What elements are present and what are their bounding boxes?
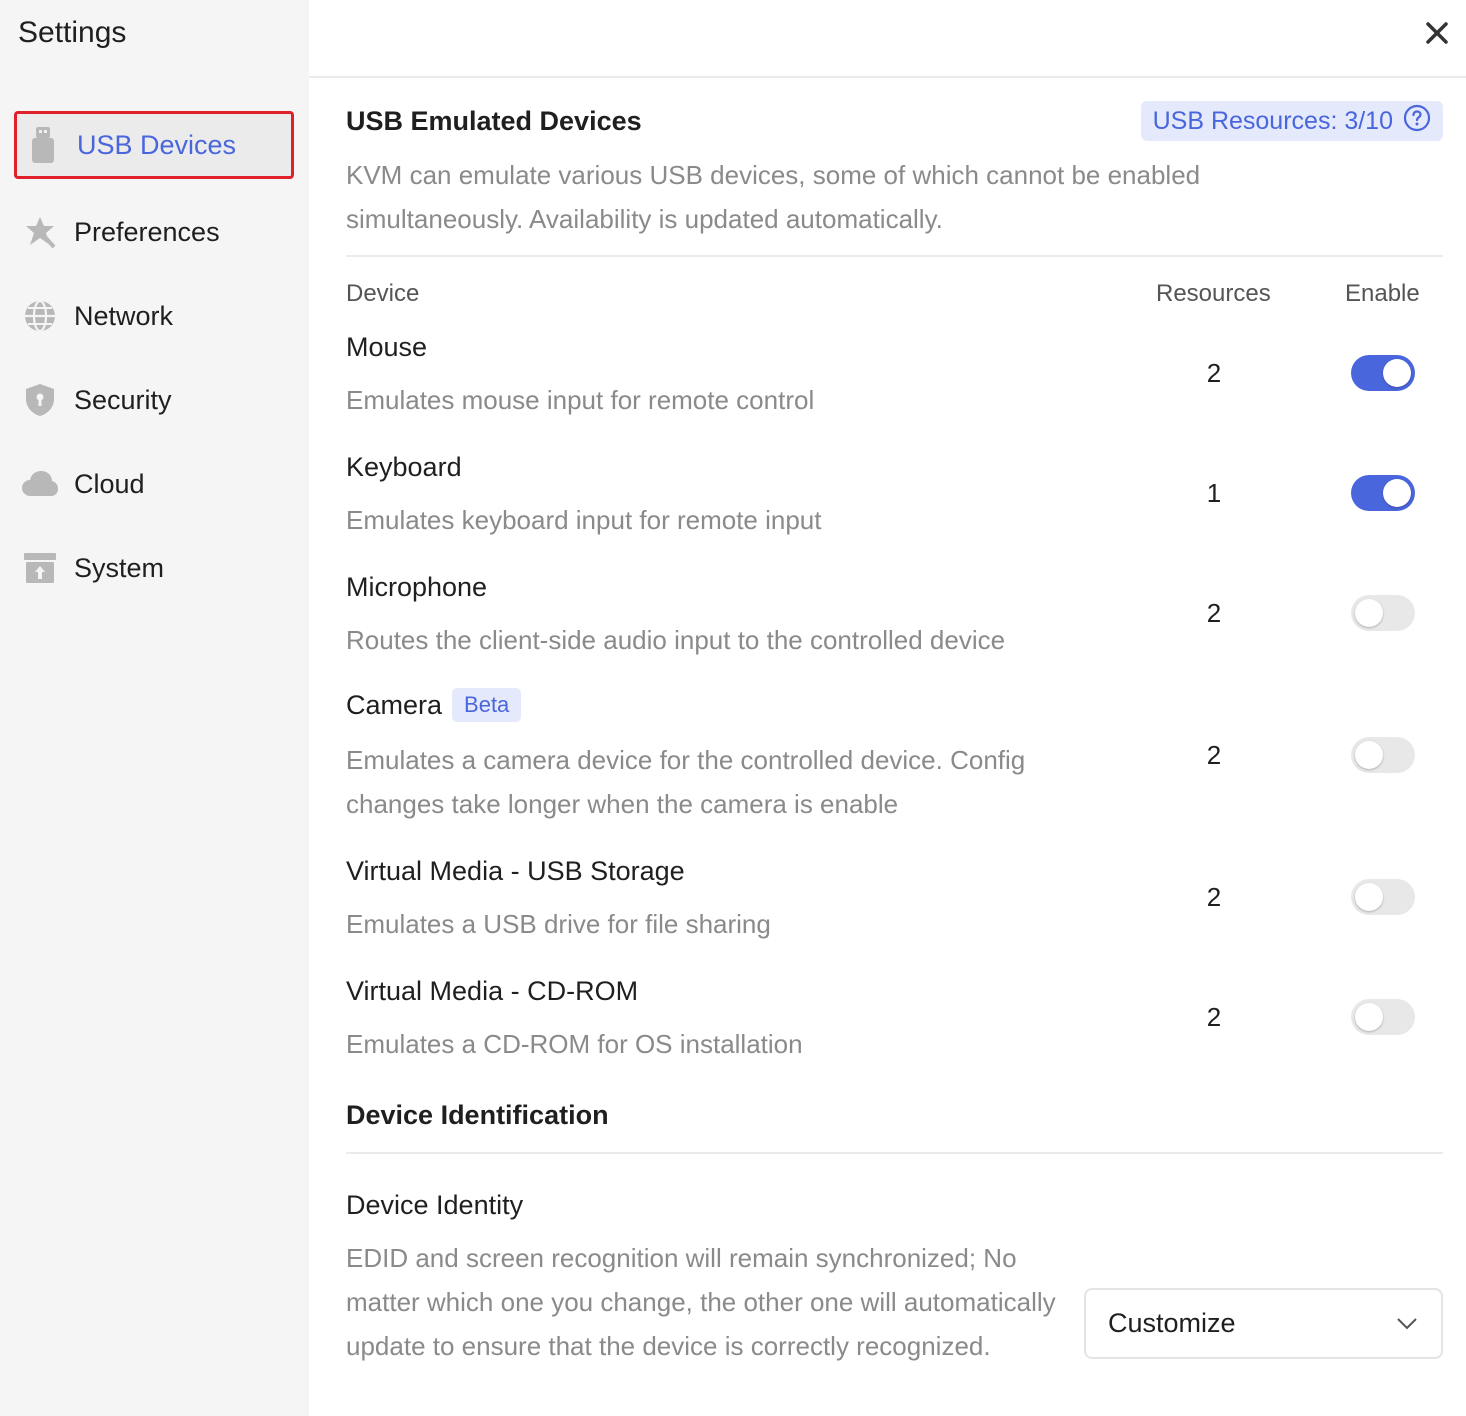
- device-resources-usb-storage: 2: [1206, 882, 1222, 912]
- device-description-usb-storage: Emulates a USB drive for file sharing: [346, 909, 771, 939]
- toggle-knob: [1355, 883, 1383, 911]
- device-description-camera: Emulates a camera device for the control…: [346, 745, 1026, 819]
- toggle-camera[interactable]: [1351, 737, 1415, 773]
- device-resources-keyboard: 1: [1206, 478, 1222, 508]
- help-circle-icon[interactable]: [1403, 104, 1431, 139]
- sidebar-item-system[interactable]: System: [14, 534, 294, 602]
- device-identity-description: EDID and screen recognition will remain …: [346, 1243, 1056, 1361]
- identification-section-title: Device Identification: [346, 1100, 609, 1130]
- sidebar-item-label: System: [74, 552, 165, 583]
- device-name-microphone: Microphone: [346, 572, 487, 603]
- usb-icon: [25, 127, 61, 163]
- sidebar-item-label: Cloud: [74, 468, 145, 499]
- device-description-microphone: Routes the client-side audio input to th…: [346, 625, 1006, 655]
- sidebar-item-security[interactable]: Security: [14, 366, 294, 434]
- close-icon[interactable]: [1422, 18, 1452, 48]
- section-divider: [346, 255, 1443, 257]
- toggle-knob: [1355, 741, 1383, 769]
- device-name-text: Keyboard: [346, 452, 462, 482]
- settings-sidebar: Settings USB Devices Preferences Network…: [0, 0, 309, 1416]
- device-identity-label: Device Identity: [346, 1190, 523, 1221]
- sidebar-item-label: Preferences: [74, 216, 220, 247]
- device-name-text: Virtual Media - USB Storage: [346, 856, 685, 886]
- toggle-knob: [1355, 599, 1383, 627]
- sidebar-title: Settings: [18, 16, 127, 49]
- usb-section-title: USB Emulated Devices: [346, 106, 642, 136]
- upload-box-icon: [22, 550, 58, 586]
- device-resources-camera: 2: [1206, 740, 1222, 770]
- device-description-mouse: Emulates mouse input for remote control: [346, 385, 815, 415]
- column-header-resources: Resources: [1156, 280, 1271, 307]
- star-badge-icon: [22, 214, 58, 250]
- toggle-keyboard[interactable]: [1351, 475, 1415, 511]
- sidebar-item-usb-devices[interactable]: USB Devices: [14, 111, 294, 179]
- sidebar-item-preferences[interactable]: Preferences: [14, 198, 294, 266]
- cloud-icon: [22, 466, 58, 502]
- device-name-cd-rom: Virtual Media - CD-ROM: [346, 976, 638, 1007]
- column-header-device: Device: [346, 280, 420, 307]
- device-name-text: Microphone: [346, 572, 488, 602]
- device-resources-microphone: 2: [1206, 598, 1222, 628]
- chevron-down-icon: [1395, 1308, 1419, 1339]
- sidebar-item-label: Security: [74, 384, 172, 415]
- sidebar-item-network[interactable]: Network: [14, 282, 294, 350]
- device-resources-cd-rom: 2: [1206, 1002, 1222, 1032]
- device-identity-text: Device Identity: [346, 1190, 524, 1220]
- device-name-camera: Camera Beta: [346, 688, 522, 722]
- toggle-microphone[interactable]: [1351, 595, 1415, 631]
- device-description-keyboard: Emulates keyboard input for remote input: [346, 505, 822, 535]
- sidebar-item-label: USB Devices: [77, 129, 237, 160]
- device-name-text: Virtual Media - CD-ROM: [346, 976, 639, 1006]
- device-name-keyboard: Keyboard: [346, 452, 462, 483]
- device-resources-mouse: 2: [1206, 358, 1222, 388]
- toggle-knob: [1355, 1003, 1383, 1031]
- shield-icon: [22, 382, 58, 418]
- usb-resources-label: USB Resources: 3/10: [1152, 106, 1393, 135]
- sidebar-item-cloud[interactable]: Cloud: [14, 450, 294, 518]
- main-header: [309, 0, 1466, 78]
- globe-icon: [22, 298, 58, 334]
- device-identity-select-value: Customize: [1108, 1308, 1236, 1338]
- toggle-knob: [1383, 359, 1411, 387]
- toggle-usb-storage[interactable]: [1351, 879, 1415, 915]
- device-name-usb-storage: Virtual Media - USB Storage: [346, 856, 685, 887]
- device-name-mouse: Mouse: [346, 332, 427, 363]
- toggle-knob: [1383, 479, 1411, 507]
- toggle-cd-rom[interactable]: [1351, 999, 1415, 1035]
- toggle-mouse[interactable]: [1351, 355, 1415, 391]
- device-name-text: Camera: [346, 689, 443, 720]
- device-identity-select[interactable]: Customize: [1084, 1288, 1443, 1359]
- device-name-text: Mouse: [346, 332, 428, 362]
- section-divider: [346, 1152, 1443, 1154]
- column-header-enable: Enable: [1345, 280, 1420, 307]
- beta-badge: Beta: [452, 688, 522, 722]
- sidebar-item-label: Network: [74, 300, 174, 331]
- device-description-cd-rom: Emulates a CD-ROM for OS installation: [346, 1029, 803, 1059]
- usb-resources-badge[interactable]: USB Resources: 3/10: [1140, 101, 1443, 141]
- usb-section-description: KVM can emulate various USB devices, som…: [346, 160, 1201, 234]
